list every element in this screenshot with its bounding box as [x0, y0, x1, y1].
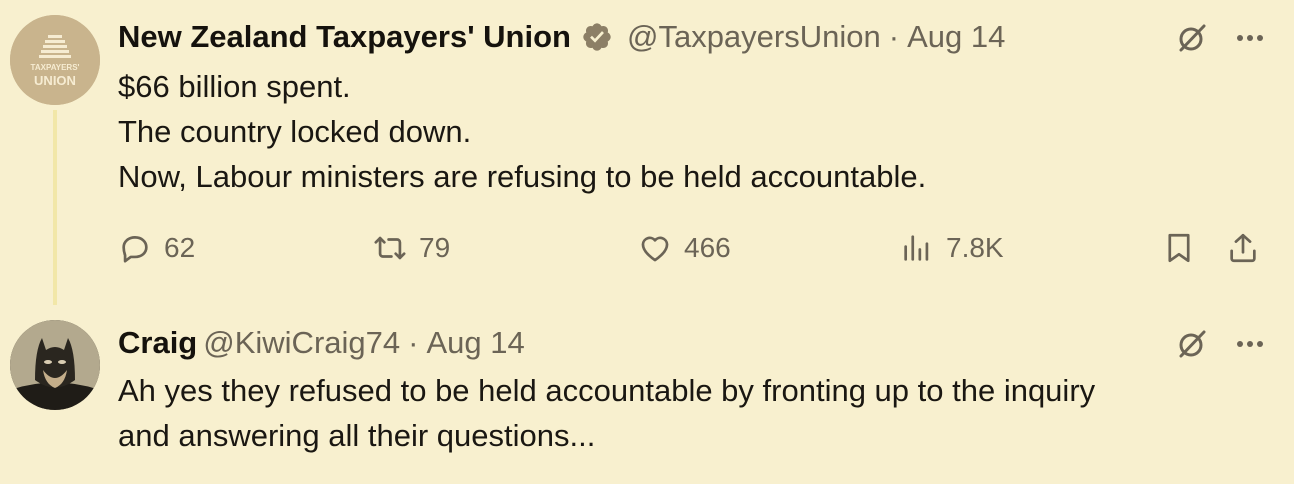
tweet[interactable]: TAXPAYERS' UNION New Zealand Taxpayers' … — [0, 0, 1294, 305]
reply-count: 62 — [164, 232, 196, 263]
retweet-icon — [374, 236, 406, 260]
views-count: 7.8K — [946, 232, 1004, 263]
views-button[interactable]: 7.8K — [900, 226, 1004, 270]
separator-dot: · — [888, 19, 900, 54]
tweet-line: Ah yes they refused to be held accountab… — [118, 373, 1096, 408]
author-handle[interactable]: @TaxpayersUnion — [627, 18, 881, 56]
grok-icon[interactable] — [1174, 20, 1210, 56]
tweet-header: Craig @KiwiCraig74 · Aug 14 — [118, 324, 525, 362]
thread-line — [53, 110, 57, 305]
share-icon — [1230, 233, 1256, 263]
tweet-header: New Zealand Taxpayers' Union @TaxpayersU… — [118, 18, 1005, 56]
verified-badge-icon — [583, 23, 611, 51]
reply-icon — [122, 236, 148, 263]
tweet-top-actions — [1174, 20, 1268, 56]
bookmark-button[interactable] — [1162, 226, 1196, 270]
author-handle[interactable]: @KiwiCraig74 — [203, 324, 400, 362]
more-icon[interactable] — [1232, 20, 1268, 56]
bookmark-icon — [1168, 233, 1190, 263]
share-button[interactable] — [1226, 226, 1260, 270]
heart-icon — [641, 236, 669, 262]
logo-text-1: TAXPAYERS' — [31, 63, 80, 72]
separator-dot: · — [408, 325, 419, 360]
taxpayers-union-logo: TAXPAYERS' UNION — [10, 15, 100, 105]
tweet-top-actions — [1174, 326, 1268, 362]
tweet-line: $66 billion spent. — [118, 69, 351, 104]
more-icon[interactable] — [1232, 326, 1268, 362]
author-name[interactable]: New Zealand Taxpayers' Union — [118, 18, 571, 56]
tweet-date[interactable]: Aug 14 — [907, 18, 1005, 56]
avatar[interactable] — [10, 320, 100, 410]
views-icon — [904, 235, 929, 261]
like-count: 466 — [684, 232, 731, 263]
tweet-line: The country locked down. — [118, 114, 472, 149]
tweet-text: $66 billion spent. The country locked do… — [118, 64, 926, 199]
tweet-date[interactable]: Aug 14 — [426, 324, 524, 362]
like-button[interactable]: 466 — [638, 226, 731, 270]
retweet-count: 79 — [419, 232, 451, 263]
grok-icon[interactable] — [1174, 326, 1210, 362]
reply-button[interactable]: 62 — [118, 226, 195, 270]
tweet-line: and answering all their questions... — [118, 418, 596, 453]
avatar[interactable]: TAXPAYERS' UNION — [10, 15, 100, 105]
tweet-text: Ah yes they refused to be held accountab… — [118, 368, 1095, 458]
avatar-image — [10, 320, 100, 410]
tweet-line: Now, Labour ministers are refusing to be… — [118, 159, 927, 194]
logo-text-2: UNION — [34, 73, 76, 88]
tweet-actions: 62 79 466 7.8K — [118, 226, 1278, 270]
retweet-button[interactable]: 79 — [373, 226, 450, 270]
author-name[interactable]: Craig — [118, 324, 197, 362]
tweet[interactable]: Craig @KiwiCraig74 · Aug 14 Ah yes they … — [0, 300, 1294, 484]
